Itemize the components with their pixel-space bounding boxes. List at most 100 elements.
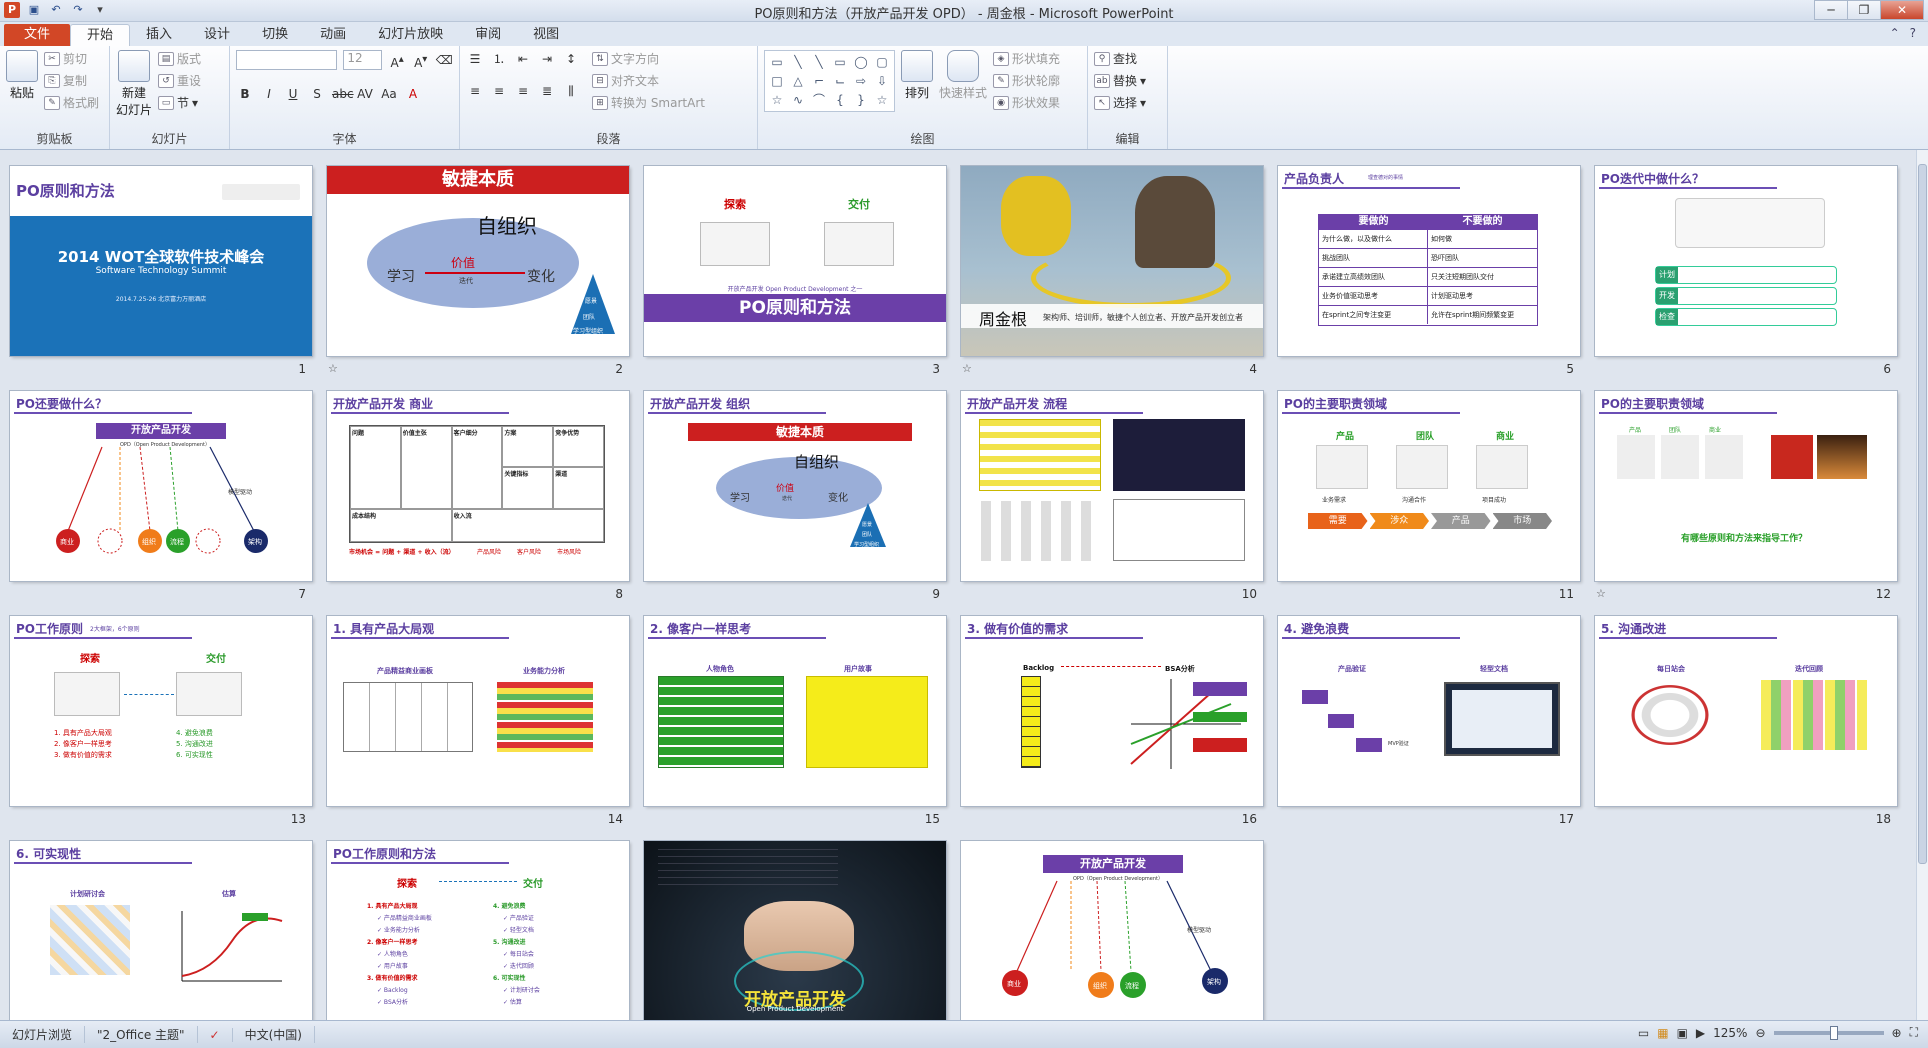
slide-thumbnail-2[interactable]: 敏捷本质 自组织 学习 价值 迭代 变化 愿景 团队 学习型组织 xyxy=(327,166,629,356)
fit-to-window-icon[interactable]: ⛶ xyxy=(1910,1025,1918,1040)
change-case-button[interactable]: Aa xyxy=(380,85,398,103)
new-slide-button[interactable]: 新建 幻灯片 xyxy=(116,50,152,118)
slide-thumbnail-8[interactable]: 开放产品开发 商业 问题 方案 价值主张 竞争优势 客户细分 关键指标 渠道 成… xyxy=(327,391,629,581)
shape-more-icon[interactable]: ☆ xyxy=(873,92,891,108)
help-icon[interactable]: ? xyxy=(1910,26,1916,40)
align-left-icon[interactable]: ≡ xyxy=(466,82,484,100)
reading-view-icon[interactable]: ▣ xyxy=(1677,1026,1688,1040)
slide-thumbnail-9[interactable]: 开放产品开发 组织 敏捷本质 自组织 学习 价值 迭代 变化 愿景 团队 学习型… xyxy=(644,391,946,581)
status-language[interactable]: 中文(中国) xyxy=(233,1026,315,1043)
shapes-gallery[interactable]: ▭ ╲ ╲ ▭ ◯ ▢ □ △ ⌐ ⌙ ⇨ ⇩ ☆ ∿ ⌒{} ☆ xyxy=(764,50,895,112)
slide-thumbnail-13[interactable]: PO工作原则 2大框架，6个原则 探索 交付 1. 具有产品大局观 2. 像客户… xyxy=(10,616,312,806)
align-center-icon[interactable]: ≡ xyxy=(490,82,508,100)
slide-thumbnail-6[interactable]: PO迭代中做什么？ 计划 开发 检查 xyxy=(1595,166,1897,356)
slide-thumbnail-22[interactable]: 开放产品开发 OPD（Open Product Development） 商业 … xyxy=(961,841,1263,1020)
slide-thumbnail-11[interactable]: PO的主要职责领域 产品 团队 商业 业务需求 沟通合作 项目成功 需要 涉众 … xyxy=(1278,391,1580,581)
align-right-icon[interactable]: ≡ xyxy=(514,82,532,100)
shape-star-icon[interactable]: ☆ xyxy=(768,92,786,108)
zoom-slider-knob[interactable] xyxy=(1829,1025,1838,1040)
shape-arrow-down-icon[interactable]: ⇩ xyxy=(873,73,891,89)
font-name-input[interactable] xyxy=(236,50,338,70)
spacing-button[interactable]: AV xyxy=(356,85,374,103)
italic-button[interactable]: I xyxy=(260,85,278,103)
zoom-in-icon[interactable]: ⊕ xyxy=(1892,1026,1902,1040)
shape-brace-icon[interactable]: { xyxy=(831,92,849,108)
slide-thumbnail-17[interactable]: 4. 避免浪费 产品验证 轻型文档 MVP验证 xyxy=(1278,616,1580,806)
shape-square-icon[interactable]: □ xyxy=(768,73,786,89)
grow-font-icon[interactable]: A▴ xyxy=(388,51,406,70)
shape-textbox-icon[interactable]: ▭ xyxy=(768,54,786,70)
paste-button[interactable]: 粘贴 xyxy=(6,50,38,101)
select-button[interactable]: ↖ 选择 ▾ xyxy=(1094,94,1161,111)
bold-button[interactable]: B xyxy=(236,85,254,103)
decrease-indent-icon[interactable]: ⇤ xyxy=(514,50,532,68)
spellcheck-icon[interactable]: ✓ xyxy=(198,1027,233,1042)
shape-outline-button[interactable]: ✎ 形状轮廓 xyxy=(993,72,1060,89)
collapse-ribbon-icon[interactable]: ⌃ xyxy=(1890,26,1900,40)
align-text-button[interactable]: ⊟ 对齐文本 xyxy=(592,72,705,89)
bullets-icon[interactable]: ☰ xyxy=(466,50,484,68)
replace-button[interactable]: ab 替换 ▾ xyxy=(1094,72,1161,89)
justify-icon[interactable]: ≣ xyxy=(538,82,556,100)
scrollbar-thumb[interactable] xyxy=(1918,164,1927,864)
strikethrough-button[interactable]: abc xyxy=(332,85,354,103)
tab-slideshow[interactable]: 幻灯片放映 xyxy=(362,24,459,46)
zoom-level[interactable]: 125% xyxy=(1713,1026,1747,1040)
increase-indent-icon[interactable]: ⇥ xyxy=(538,50,556,68)
shape-elbow-icon[interactable]: ⌐ xyxy=(810,73,828,89)
quick-styles-button[interactable]: 快速样式 xyxy=(939,50,987,101)
shape-oval-icon[interactable]: ◯ xyxy=(852,54,870,70)
normal-view-icon[interactable]: ▭ xyxy=(1638,1026,1649,1040)
slide-thumbnail-3[interactable]: 探索 交付 开放产品开发 Open Product Development 之一… xyxy=(644,166,946,356)
arrange-button[interactable]: 排列 xyxy=(901,50,933,101)
clear-format-icon[interactable]: ⌫ xyxy=(435,51,453,69)
restore-button[interactable]: ❐ xyxy=(1847,0,1881,20)
tab-view[interactable]: 视图 xyxy=(517,24,575,46)
shape-curve-icon[interactable]: ∿ xyxy=(789,92,807,108)
underline-button[interactable]: U xyxy=(284,85,302,103)
shape-triangle-icon[interactable]: △ xyxy=(789,73,807,89)
format-painter-button[interactable]: ✎ 格式刷 xyxy=(44,94,99,111)
shape-wave-icon[interactable]: ⌒ xyxy=(810,92,828,108)
layout-button[interactable]: ▤ 版式 xyxy=(158,50,201,67)
shape-round-rect-icon[interactable]: ▢ xyxy=(873,54,891,70)
find-button[interactable]: ⚲ 查找 xyxy=(1094,50,1161,67)
cut-button[interactable]: ✂ 剪切 xyxy=(44,50,99,67)
columns-icon[interactable]: ⫼ xyxy=(562,82,580,100)
smartart-button[interactable]: ⊞ 转换为 SmartArt xyxy=(592,94,705,111)
tab-home[interactable]: 开始 xyxy=(70,24,131,46)
zoom-slider[interactable] xyxy=(1773,1025,1884,1040)
zoom-out-icon[interactable]: ⊖ xyxy=(1755,1026,1765,1040)
text-direction-button[interactable]: ⇅ 文字方向 xyxy=(592,50,705,67)
slide-thumbnail-5[interactable]: 产品负责人 理查德对的事情 要做的 不要做的 为什么做，以及做什么 如何做 挑战团队… xyxy=(1278,166,1580,356)
shape-rect-icon[interactable]: ▭ xyxy=(831,54,849,70)
slide-thumbnail-12[interactable]: PO的主要职责领域 产品 团队 商业 有哪些原则和方法来指导工作？ xyxy=(1595,391,1897,581)
shape-fill-button[interactable]: ◈ 形状填充 xyxy=(993,50,1060,67)
shape-effects-button[interactable]: ◉ 形状效果 xyxy=(993,94,1060,111)
shadow-button[interactable]: S xyxy=(308,85,326,103)
tab-review[interactable]: 审阅 xyxy=(459,24,517,46)
close-button[interactable]: ✕ xyxy=(1880,0,1924,20)
tab-file[interactable]: 文件 xyxy=(4,24,71,46)
section-button[interactable]: ▭ 节 ▾ xyxy=(158,94,201,111)
sorter-view-icon[interactable]: ▦ xyxy=(1657,1026,1668,1040)
slide-thumbnail-18[interactable]: 5. 沟通改进 每日站会 迭代回顾 xyxy=(1595,616,1897,806)
slide-thumbnail-4[interactable]: 周金根 架构师、培训师，敏捷个人创立者、开放产品开发创立者 xyxy=(961,166,1263,356)
tab-transitions[interactable]: 切换 xyxy=(246,24,304,46)
reset-button[interactable]: ↺ 重设 xyxy=(158,72,201,89)
shape-line-icon[interactable]: ╲ xyxy=(789,54,807,70)
slide-thumbnail-21[interactable]: 开放产品开发 Open Product Development xyxy=(644,841,946,1020)
minimize-button[interactable]: ─ xyxy=(1814,0,1848,20)
line-spacing-icon[interactable]: ↕ xyxy=(562,50,580,68)
slide-thumbnail-10[interactable]: 开放产品开发 流程 xyxy=(961,391,1263,581)
shrink-font-icon[interactable]: A▾ xyxy=(412,51,430,70)
copy-button[interactable]: ⎘ 复制 xyxy=(44,72,99,89)
slide-thumbnail-20[interactable]: PO工作原则和方法 探索 交付 1. 具有产品大局观 ✓ 产品精益商业画板 ✓ 业务… xyxy=(327,841,629,1020)
slide-thumbnail-14[interactable]: 1. 具有产品大局观 产品精益商业画板 业务能力分析 xyxy=(327,616,629,806)
font-color-button[interactable]: A xyxy=(404,85,422,103)
shape-line2-icon[interactable]: ╲ xyxy=(810,54,828,70)
slide-thumbnail-7[interactable]: PO还要做什么？ 开放产品开发 OPD（Open Product Develop… xyxy=(10,391,312,581)
slide-thumbnail-15[interactable]: 2. 像客户一样思考 人物角色 用户故事 xyxy=(644,616,946,806)
numbering-icon[interactable]: ⒈ xyxy=(490,50,508,68)
tab-animations[interactable]: 动画 xyxy=(304,24,362,46)
